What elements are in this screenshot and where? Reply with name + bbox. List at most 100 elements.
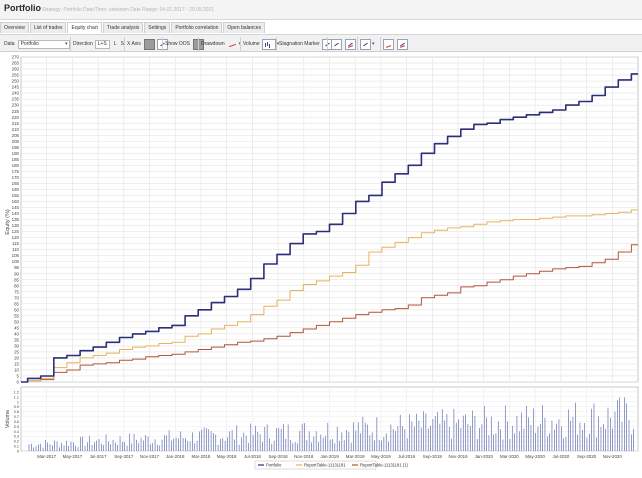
volume-y-tick-label: 0.6: [14, 420, 19, 424]
tab-trade-analysis[interactable]: Trade analysis: [102, 22, 144, 33]
equity-y-tick-label: 95: [14, 265, 19, 270]
volume-label: Volume: [243, 41, 260, 47]
trend-chart-icon[interactable]: [360, 38, 371, 50]
volume-bars-icon[interactable]: [261, 38, 276, 50]
equity-y-tick-label: 205: [12, 133, 20, 138]
equity-chart[interactable]: 0510152025303540455055606570758085909510…: [0, 52, 642, 478]
toolbar-separator: [162, 37, 163, 51]
direction-option-l[interactable]: L: [114, 41, 117, 47]
equity-y-tick-label: 165: [12, 181, 20, 186]
direction-group: Direction L+S L S: [73, 35, 124, 53]
equity-y-tick-label: 185: [12, 157, 20, 162]
equity-y-tick-label: 140: [12, 211, 20, 216]
x-tick-label: Jan-2018: [166, 454, 185, 459]
tab-list-of-trades[interactable]: List of trades: [29, 22, 67, 33]
equity-y-tick-label: 85: [14, 277, 19, 282]
tab-settings[interactable]: Settings: [144, 22, 171, 33]
volume-y-tick-label: 0.7: [14, 415, 19, 419]
x-tick-label: May-2020: [525, 454, 545, 459]
equity-y-tick-label: 160: [12, 187, 20, 192]
volume-y-tick-label: 0: [17, 450, 19, 454]
drawdown-icon[interactable]: [227, 39, 238, 50]
legend-entry: Portfolio: [266, 463, 282, 468]
equity-y-tick-label: 65: [14, 301, 19, 306]
equity-y-tick-label: 190: [12, 151, 20, 156]
x-tick-label: Sep-2018: [269, 454, 289, 459]
equity-y-tick-label: 10: [14, 368, 19, 373]
volume-y-tick-label: 0.9: [14, 405, 19, 409]
x-tick-label: Jan-2020: [475, 454, 494, 459]
equity-y-tick-label: 75: [14, 289, 19, 294]
equity-y-tick-label: 230: [12, 103, 20, 108]
equity-y-tick-label: 20: [14, 356, 19, 361]
equity-y-tick-label: 120: [12, 235, 20, 240]
equity-y-tick-label: 100: [12, 259, 20, 264]
equity-y-tick-label: 240: [12, 91, 20, 96]
volume-group: Volume ▾: [243, 35, 279, 53]
toolbar-separator: [240, 37, 241, 51]
toolbar-separator: [276, 37, 277, 51]
volume-y-axis-label: Volume: [5, 410, 11, 428]
equity-y-tick-label: 135: [12, 217, 20, 222]
x-tick-label: Sep-2020: [577, 454, 597, 459]
equity-y-tick-label: 105: [12, 253, 20, 258]
x-tick-label: Nov-2018: [294, 454, 314, 459]
x-tick-label: Nov-2020: [603, 454, 623, 459]
drawdown-group: Drawdown ▾: [201, 35, 241, 53]
equity-y-tick-label: 195: [12, 145, 20, 150]
chart-export-icon[interactable]: [383, 38, 394, 50]
equity-y-tick-label: 220: [12, 115, 20, 120]
equity-y-tick-label: 150: [12, 199, 20, 204]
x-tick-label: Mar-2019: [346, 454, 365, 459]
x-tick-label: May-2019: [371, 454, 391, 459]
data-label: Data: [4, 41, 15, 47]
equity-y-tick-label: 180: [12, 163, 20, 168]
line-chart-compare-icon[interactable]: [345, 38, 356, 50]
equity-y-tick-label: 90: [14, 271, 19, 276]
equity-y-tick-label: 55: [14, 313, 19, 318]
x-axis-date-icon[interactable]: [143, 38, 155, 50]
equity-y-tick-label: 270: [12, 55, 20, 60]
equity-y-tick-label: 260: [12, 67, 20, 72]
chart-settings-icon[interactable]: [397, 38, 408, 50]
data-select-value: Portfolio: [20, 40, 39, 47]
export-group: [383, 35, 408, 53]
equity-y-tick-label: 50: [14, 319, 19, 324]
equity-y-tick-label: 25: [14, 350, 19, 355]
volume-y-tick-label: 0.4: [14, 430, 19, 434]
tab-portfolio-correlation[interactable]: Portfolio correlation: [171, 22, 223, 33]
x-tick-label: May-2017: [63, 454, 83, 459]
tab-overview[interactable]: Overview: [0, 22, 29, 33]
volume-y-tick-label: 0.2: [14, 440, 19, 444]
equity-y-tick-label: 175: [12, 169, 20, 174]
equity-y-tick-label: 265: [12, 61, 20, 66]
equity-y-tick-label: 45: [14, 325, 19, 330]
x-tick-label: Jul-2017: [90, 454, 107, 459]
line-chart-icon[interactable]: [331, 38, 342, 50]
x-tick-label: Jul-2018: [244, 454, 261, 459]
data-select[interactable]: Portfolio ▾: [17, 39, 70, 49]
x-axis: Mar-2017 May-2017 Jul-2017 Sep-2017 Nov-2017…: [37, 454, 622, 459]
volume-y-tick-label: 0.3: [14, 435, 19, 439]
volume-y-tick-label: 0.1: [14, 445, 19, 449]
direction-label: Direction: [73, 41, 93, 47]
chart-toolbar: Data Portfolio ▾ Direction L+S L S X Axi…: [0, 34, 642, 52]
toolbar-separator: [198, 37, 199, 51]
tab-open-balances[interactable]: Open balances: [223, 22, 266, 33]
toolbar-separator: [124, 37, 125, 51]
equity-y-tick-label: 80: [14, 283, 19, 288]
equity-y-tick-label: 225: [12, 109, 20, 114]
direction-option-ls[interactable]: L+S: [94, 39, 110, 49]
chevron-down-icon[interactable]: ▾: [372, 41, 375, 47]
toolbar-separator: [70, 37, 71, 51]
tab-bar: Overview List of trades Equity chart Tra…: [0, 22, 266, 33]
tab-equity-chart[interactable]: Equity chart: [67, 22, 102, 33]
x-tick-label: Mar-2017: [37, 454, 56, 459]
equity-y-tick-label: 145: [12, 205, 20, 210]
x-tick-label: Sep-2017: [114, 454, 134, 459]
x-tick-label: Nov-2017: [140, 454, 160, 459]
equity-y-tick-label: 110: [12, 247, 20, 252]
show-oos-label: Show OOS: [165, 41, 191, 47]
volume-y-tick-label: 0.5: [14, 425, 19, 429]
window-titlebar: Portfolio Strategy: Portfolio Date/Time:…: [0, 0, 642, 20]
